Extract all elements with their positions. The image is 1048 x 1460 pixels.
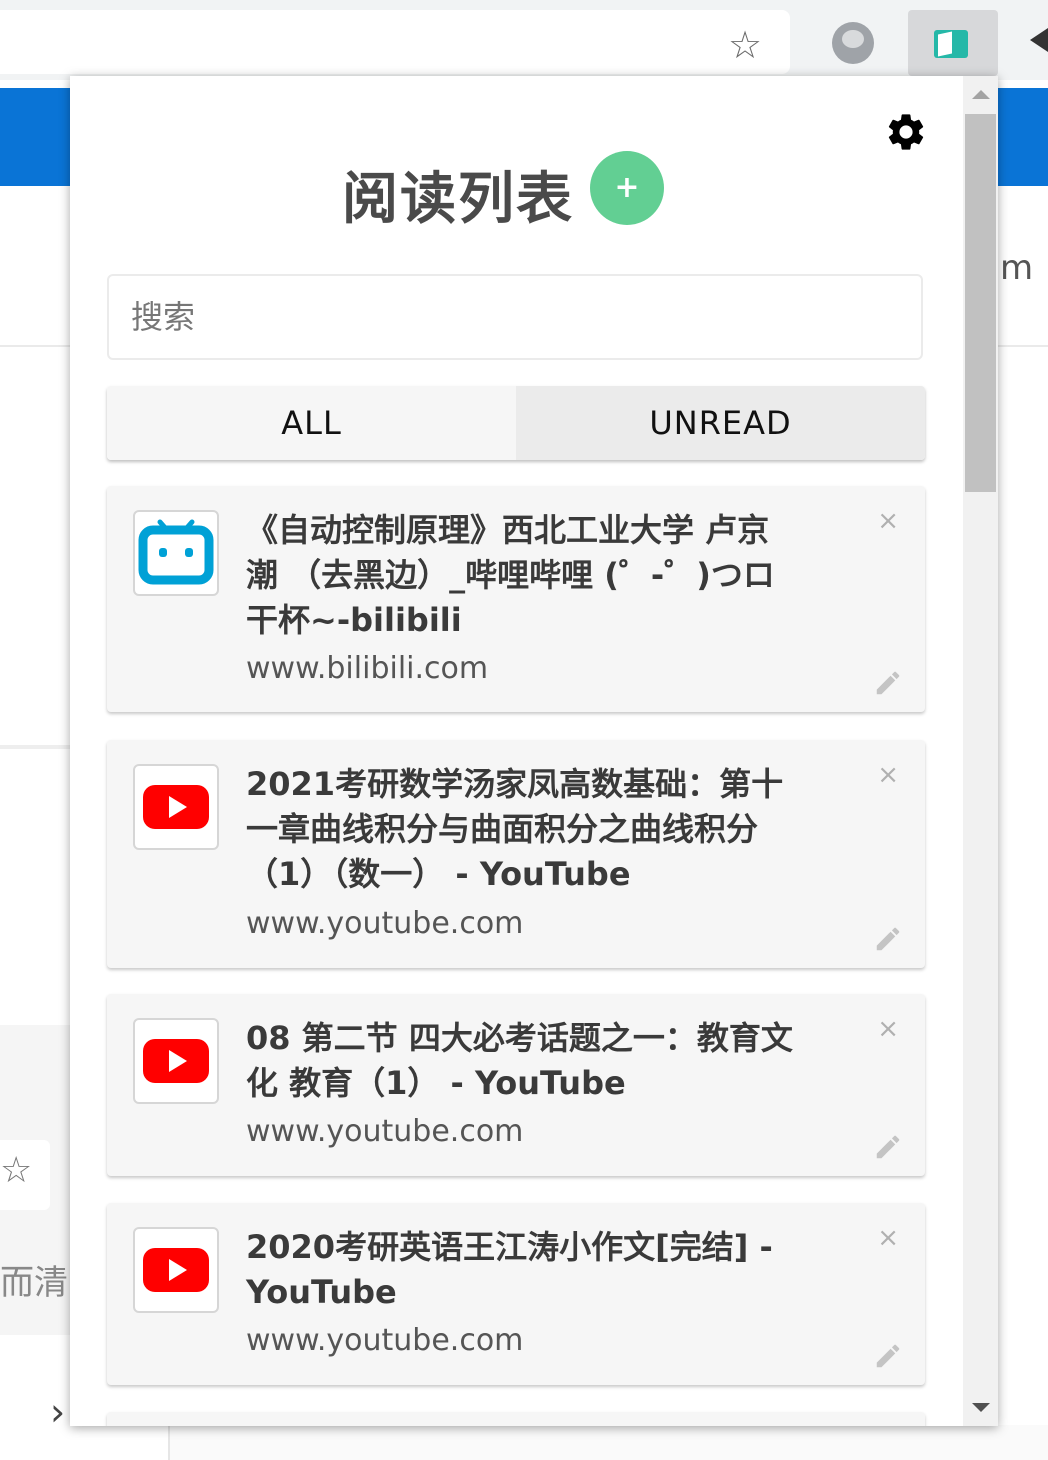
address-bar[interactable] [0,10,790,74]
item-url: www.youtube.com [246,906,524,941]
edit-pencil-icon[interactable] [873,1132,903,1162]
list-item[interactable]: 2021考研数学汤家凤高数基础：第十一章曲线积分与曲面积分之曲线积分（1）（数一… [107,740,925,968]
tab-unread[interactable]: UNREAD [516,386,925,460]
extension-avatar-icon[interactable] [832,22,874,64]
edit-pencil-icon[interactable] [873,1341,903,1371]
item-title[interactable]: 《自动控制原理》西北工业大学 卢京潮 （去黑边）_哔哩哔哩 (゜-゜)つロ 干杯… [246,508,796,643]
book-icon [934,30,968,58]
close-icon[interactable]: × [877,760,899,790]
add-page-button[interactable]: + [590,151,664,225]
item-title[interactable]: 08 第二节 四大必考话题之一：教育文化 教育（1） - YouTube [246,1016,796,1106]
list-item[interactable]: 《自动控制原理》西北工业大学 卢京潮 （去黑边）_哔哩哔哩 (゜-゜)つロ 干杯… [107,486,925,712]
item-title[interactable]: 2021考研数学汤家凤高数基础：第十一章曲线积分与曲面积分之曲线积分（1）（数一… [246,762,796,897]
divider [0,745,72,749]
background-text: m [1000,248,1034,288]
scrollbar-thumb[interactable] [965,114,996,492]
item-url: www.bilibili.com [246,651,489,686]
youtube-icon [133,764,219,850]
scroll-up-arrow-icon[interactable] [972,90,990,99]
page-header-band [0,88,72,186]
item-title[interactable]: 2020考研英语王江涛小作文[完结] - YouTube [246,1225,796,1315]
arrow-left-icon[interactable] [1030,28,1048,52]
list-item[interactable] [107,1412,925,1426]
youtube-icon [133,1227,219,1313]
list-item[interactable]: 2020考研英语王江涛小作文[完结] - YouTube www.youtube… [107,1203,925,1385]
list-item[interactable]: 08 第二节 四大必考话题之一：教育文化 教育（1） - YouTube www… [107,994,925,1176]
divider [0,345,72,347]
chevron-right-icon[interactable]: › [50,1390,65,1434]
settings-gear-icon[interactable] [884,110,928,154]
reading-list-popup: 阅读列表 + ALL UNREAD 《自动控制原理》西北工业大学 卢京潮 （去黑… [70,76,998,1426]
youtube-icon [133,1018,219,1104]
divider [996,345,1048,347]
search-input[interactable] [107,274,923,360]
edit-pencil-icon[interactable] [873,668,903,698]
close-icon[interactable]: × [877,506,899,536]
star-icon[interactable]: ☆ [0,1150,32,1191]
bookmark-star-icon[interactable]: ☆ [722,22,768,68]
page-header-band-right [996,88,1048,186]
scrollbar[interactable] [963,76,998,1426]
tab-all[interactable]: ALL [107,386,516,460]
filter-tabs: ALL UNREAD [107,386,925,460]
background-panel [168,1425,1048,1460]
bilibili-icon [133,510,219,596]
item-url: www.youtube.com [246,1323,524,1358]
reading-list-extension-button[interactable] [908,10,998,76]
close-icon[interactable]: × [877,1014,899,1044]
close-icon[interactable]: × [877,1223,899,1253]
scroll-down-arrow-icon[interactable] [972,1403,990,1412]
item-url: www.youtube.com [246,1114,524,1149]
edit-pencil-icon[interactable] [873,924,903,954]
background-text: 而清 [0,1263,68,1303]
page-title: 阅读列表 [342,167,574,232]
